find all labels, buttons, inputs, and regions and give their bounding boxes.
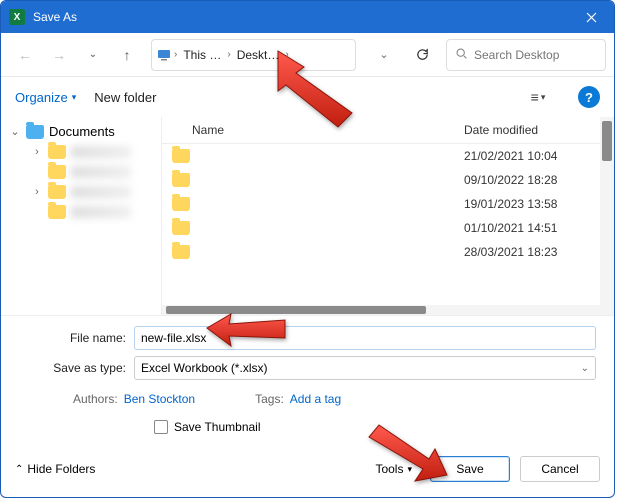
saveastype-label: Save as type: bbox=[19, 361, 134, 375]
tree-node[interactable]: › bbox=[25, 182, 159, 202]
column-header-date[interactable]: Date modified bbox=[464, 123, 604, 137]
form-area: File name: Save as type: Excel Workbook … bbox=[1, 315, 614, 448]
cancel-button[interactable]: Cancel bbox=[520, 456, 600, 482]
chevron-up-icon: ⌃ bbox=[15, 464, 23, 475]
save-thumbnail-checkbox[interactable] bbox=[154, 420, 168, 434]
tree-label bbox=[71, 166, 131, 178]
this-pc-icon bbox=[156, 47, 172, 63]
authors-value[interactable]: Ben Stockton bbox=[124, 392, 195, 406]
caret-down-icon: ⌄ bbox=[9, 125, 21, 138]
tools-menu[interactable]: Tools▾ bbox=[375, 462, 412, 476]
list-item[interactable]: 19/01/2023 13:58 bbox=[162, 192, 614, 216]
file-list-pane: Name Date modified 21/02/2021 10:04 09/1… bbox=[161, 117, 614, 315]
address-history-dropdown[interactable]: ⌄ bbox=[368, 39, 400, 71]
chevron-right-icon: › bbox=[172, 49, 179, 60]
tree-label bbox=[71, 186, 131, 198]
horizontal-scrollbar[interactable] bbox=[162, 305, 600, 315]
folder-icon bbox=[172, 197, 190, 211]
file-list-header: Name Date modified bbox=[162, 117, 614, 144]
new-folder-button[interactable]: New folder bbox=[94, 90, 156, 105]
close-icon bbox=[586, 12, 597, 23]
caret-right-icon: › bbox=[31, 146, 43, 158]
chevron-right-icon: › bbox=[225, 49, 232, 60]
footer: ⌃Hide Folders Tools▾ Save Cancel bbox=[1, 448, 614, 490]
view-options-button[interactable]: ≡ ▾ bbox=[524, 83, 552, 111]
nav-row: ← → ⌄ ↑ › This … › Deskt… › ⌄ bbox=[1, 33, 614, 77]
tree-node-documents[interactable]: ⌄ Documents bbox=[3, 121, 159, 142]
tree-node[interactable]: › bbox=[25, 142, 159, 162]
refresh-icon bbox=[415, 47, 430, 62]
crumb-this-pc[interactable]: This … bbox=[179, 43, 225, 67]
tree-label bbox=[71, 206, 131, 218]
filename-input[interactable] bbox=[134, 326, 596, 350]
refresh-button[interactable] bbox=[406, 39, 438, 71]
folder-icon bbox=[48, 165, 66, 179]
chevron-down-icon: ▾ bbox=[72, 92, 77, 103]
file-list[interactable]: 21/02/2021 10:04 09/10/2022 18:28 19/01/… bbox=[162, 144, 614, 264]
saveastype-dropdown[interactable]: Excel Workbook (*.xlsx) ⌄ bbox=[134, 356, 596, 380]
hide-folders-toggle[interactable]: ⌃Hide Folders bbox=[15, 462, 95, 476]
filename-label: File name: bbox=[19, 331, 134, 345]
recent-dropdown[interactable]: ⌄ bbox=[77, 39, 109, 71]
organize-menu[interactable]: Organize▾ bbox=[15, 90, 76, 105]
list-item[interactable]: 21/02/2021 10:04 bbox=[162, 144, 614, 168]
tags-value[interactable]: Add a tag bbox=[290, 392, 341, 406]
folder-icon bbox=[26, 125, 44, 139]
folder-tree[interactable]: ⌄ Documents › › › › bbox=[1, 117, 161, 315]
tags-label: Tags: bbox=[255, 392, 284, 406]
folder-icon bbox=[172, 173, 190, 187]
save-as-dialog: X Save As ← → ⌄ ↑ › This … › Deskt… › ⌄ bbox=[0, 0, 615, 498]
authors-label: Authors: bbox=[73, 392, 118, 406]
scrollbar-thumb[interactable] bbox=[602, 121, 612, 161]
address-bar[interactable]: › This … › Deskt… › bbox=[151, 39, 356, 71]
folder-icon bbox=[48, 145, 66, 159]
chevron-down-icon: ⌄ bbox=[581, 363, 589, 374]
list-item[interactable]: 01/10/2021 14:51 bbox=[162, 216, 614, 240]
chevron-down-icon: ▾ bbox=[407, 464, 412, 475]
folder-icon bbox=[48, 185, 66, 199]
tree-label: Documents bbox=[49, 124, 115, 139]
crumb-desktop[interactable]: Deskt… bbox=[233, 43, 284, 67]
tree-label bbox=[71, 146, 131, 158]
search-box[interactable] bbox=[446, 39, 606, 71]
window-title: Save As bbox=[33, 10, 568, 24]
tree-node[interactable]: › bbox=[25, 162, 159, 182]
list-item[interactable]: 28/03/2021 18:23 bbox=[162, 240, 614, 264]
caret-right-icon: › bbox=[31, 186, 43, 198]
up-button[interactable]: ↑ bbox=[111, 39, 143, 71]
folder-icon bbox=[172, 149, 190, 163]
close-button[interactable] bbox=[568, 1, 614, 33]
list-item[interactable]: 09/10/2022 18:28 bbox=[162, 168, 614, 192]
search-icon bbox=[455, 47, 468, 63]
folder-icon bbox=[172, 221, 190, 235]
folder-icon bbox=[172, 245, 190, 259]
column-header-name[interactable]: Name bbox=[172, 123, 464, 137]
save-button[interactable]: Save bbox=[430, 456, 510, 482]
tree-node[interactable]: › bbox=[25, 202, 159, 222]
toolbar: Organize▾ New folder ≡ ▾ ? bbox=[1, 77, 614, 117]
chevron-right-icon: › bbox=[283, 49, 290, 60]
titlebar: X Save As bbox=[1, 1, 614, 33]
scrollbar-thumb[interactable] bbox=[166, 306, 426, 314]
vertical-scrollbar[interactable] bbox=[600, 117, 614, 315]
main-area: ⌄ Documents › › › › Name Date modified 2… bbox=[1, 117, 614, 315]
excel-icon: X bbox=[9, 9, 25, 25]
help-button[interactable]: ? bbox=[578, 86, 600, 108]
forward-button[interactable]: → bbox=[43, 39, 75, 71]
save-thumbnail-label: Save Thumbnail bbox=[174, 420, 261, 434]
folder-icon bbox=[48, 205, 66, 219]
search-input[interactable] bbox=[474, 48, 597, 62]
back-button[interactable]: ← bbox=[9, 39, 41, 71]
